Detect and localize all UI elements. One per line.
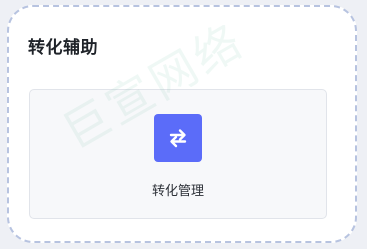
swap-arrows-icon [154,114,202,162]
conversion-assist-card: 转化辅助 转化管理 巨宣网络 [7,5,357,243]
section-title: 转化辅助 [28,38,98,58]
conversion-management-tile[interactable]: 转化管理 [29,89,327,219]
tile-label: 转化管理 [151,184,204,199]
